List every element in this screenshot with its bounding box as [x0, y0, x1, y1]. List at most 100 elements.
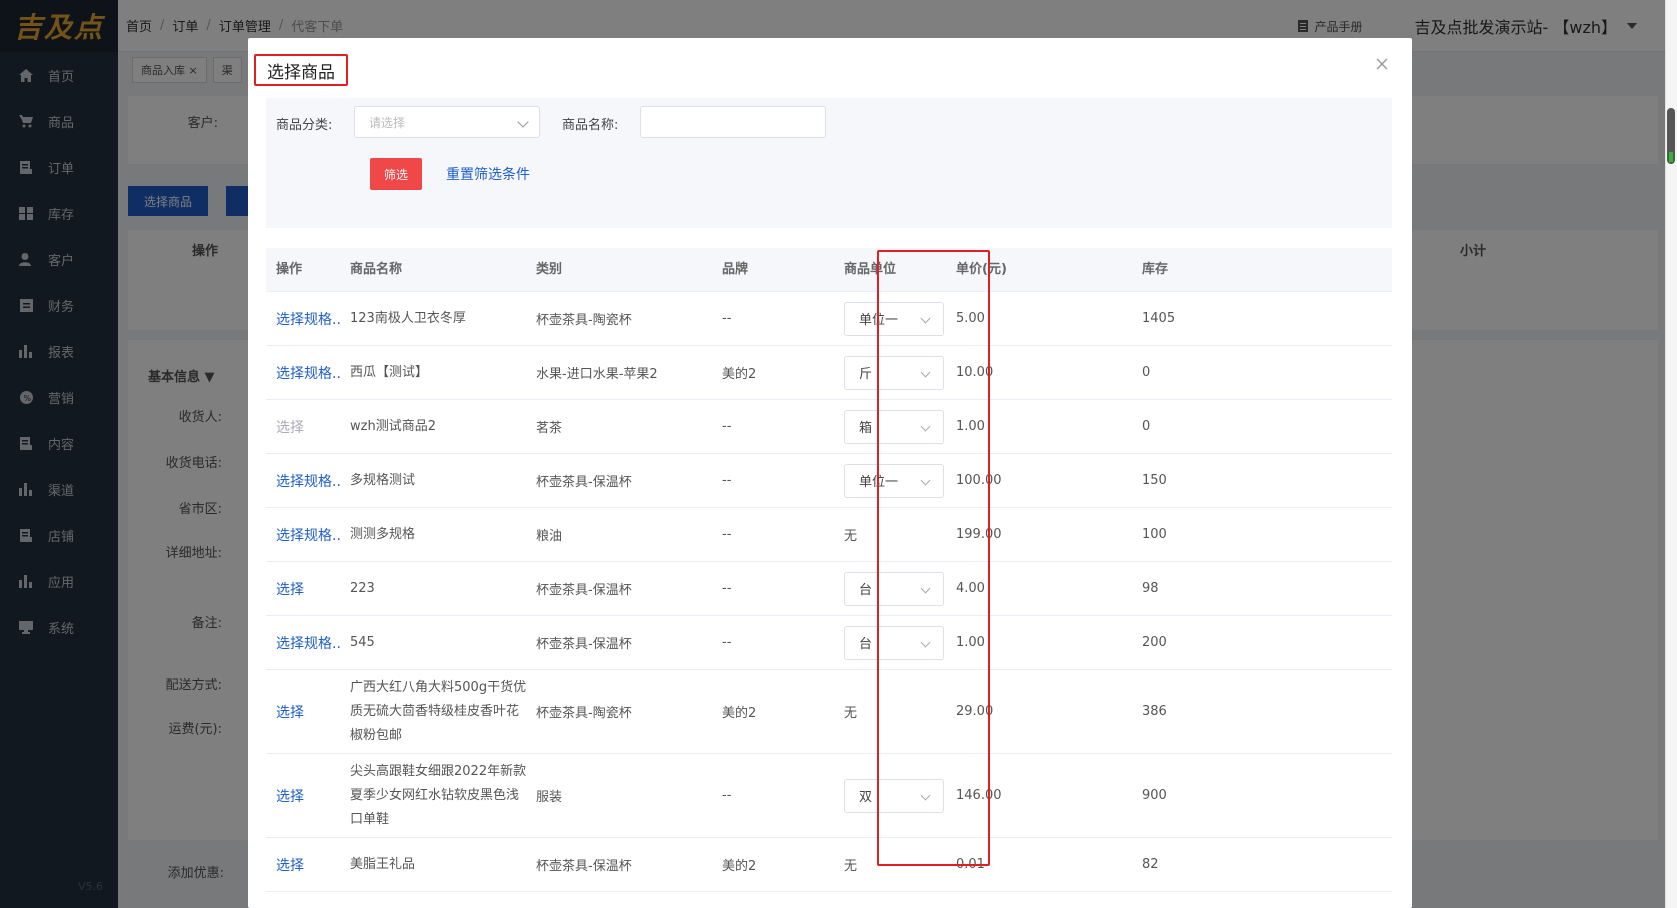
stock-count: 900	[1142, 788, 1167, 803]
column-header: 商品单位	[844, 262, 897, 277]
select-action-link[interactable]: 选择规格..	[276, 346, 341, 399]
unit-value: 无	[844, 529, 858, 544]
goods-category: 粮油	[536, 529, 563, 544]
select-action-link[interactable]: 选择规格..	[276, 616, 341, 669]
goods-category: 茗茶	[536, 421, 563, 436]
goods-brand: --	[722, 419, 732, 434]
chevron-down-icon	[920, 313, 931, 323]
close-icon[interactable]	[1374, 56, 1390, 72]
stock-count: 1405	[1142, 311, 1176, 326]
unit-select[interactable]: 单位一	[844, 463, 944, 498]
table-row: 选择规格.. 545 杯壶茶具-保温杯 -- 台 1.00 200	[266, 616, 1392, 670]
select-goods-modal: 选择商品 商品分类: 请选择 商品名称: 筛选 重置筛选条件 操作 商品名称 类别 品…	[248, 38, 1412, 908]
scrollbar-marker	[1669, 152, 1673, 162]
unit-cell: 台	[844, 616, 944, 669]
goods-brand: --	[722, 527, 732, 542]
goods-category: 水果-进口水果-苹果2	[536, 367, 658, 382]
table-header: 操作 商品名称 类别 品牌 商品单位 单价(元) 库存	[266, 248, 1392, 292]
goods-brand: 美的2	[722, 706, 757, 721]
table-row: 选择 美脂王礼品 杯壶茶具-保温杯 美的2 无 0.01 82	[266, 838, 1392, 892]
column-header: 操作	[276, 262, 303, 277]
chevron-down-icon	[920, 583, 931, 593]
unit-price: 5.00	[956, 311, 985, 326]
unit-price: 100.00	[956, 473, 1002, 488]
filter-button[interactable]: 筛选	[370, 158, 422, 190]
unit-cell: 双	[844, 754, 944, 837]
goods-category: 杯壶茶具-保温杯	[536, 637, 632, 652]
goods-name: 西瓜【测试】	[350, 364, 429, 380]
goods-brand: --	[722, 635, 732, 650]
stock-count: 386	[1142, 704, 1167, 719]
unit-price: 0.01	[956, 857, 985, 872]
stock-count: 0	[1142, 365, 1151, 380]
goods-name: 多规格测试	[350, 472, 416, 488]
goods-name: 545	[350, 634, 375, 650]
chevron-down-icon	[517, 116, 529, 128]
goods-name: 广西大红八角大料500g干货优质无硫大茴香特级桂皮香叶花椒粉包邮	[350, 679, 527, 743]
unit-cell: 台	[844, 562, 944, 615]
category-select[interactable]: 请选择	[354, 106, 540, 138]
unit-price: 4.00	[956, 581, 985, 596]
unit-select[interactable]: 台	[844, 625, 944, 660]
chevron-down-icon	[920, 367, 931, 377]
table-row: 选择 广西大红八角大料500g干货优质无硫大茴香特级桂皮香叶花椒粉包邮 杯壶茶具-陶…	[266, 670, 1392, 754]
select-action-link[interactable]: 选择	[276, 838, 304, 891]
unit-value: 无	[844, 859, 858, 874]
reset-filter-link[interactable]: 重置筛选条件	[446, 164, 530, 184]
stock-count: 98	[1142, 581, 1159, 596]
goods-name: 223	[350, 580, 375, 596]
table-row: 选择规格.. 123南极人卫衣冬厚 杯壶茶具-陶瓷杯 -- 单位一 5.00 1405	[266, 292, 1392, 346]
unit-select[interactable]: 双	[844, 778, 944, 813]
unit-select[interactable]: 斤	[844, 355, 944, 390]
goods-brand: --	[722, 473, 732, 488]
unit-value: 台	[859, 637, 873, 652]
stock-count: 100	[1142, 527, 1167, 542]
select-action-link[interactable]: 选择规格..	[276, 508, 341, 561]
select-action-link[interactable]: 选择	[276, 562, 304, 615]
unit-price: 1.00	[956, 635, 985, 650]
goods-table: 操作 商品名称 类别 品牌 商品单位 单价(元) 库存 选择规格.. 123南极人卫衣冬厚 杯壶…	[266, 248, 1392, 892]
unit-value: 斤	[859, 367, 873, 382]
unit-select[interactable]: 箱	[844, 409, 944, 444]
filter-panel: 商品分类: 请选择 商品名称: 筛选 重置筛选条件	[266, 98, 1392, 228]
unit-select[interactable]: 单位一	[844, 301, 944, 336]
select-action-link: 选择	[276, 419, 304, 436]
goods-brand: 美的2	[722, 367, 757, 382]
unit-cell: 斤	[844, 346, 944, 399]
column-header: 单价(元)	[956, 262, 1007, 277]
select-action-link[interactable]: 选择	[276, 754, 304, 837]
column-header: 品牌	[722, 262, 749, 277]
goods-brand: --	[722, 311, 732, 326]
goods-category: 杯壶茶具-保温杯	[536, 583, 632, 598]
table-row: 选择 wzh测试商品2 茗茶 -- 箱 1.00 0	[266, 400, 1392, 454]
unit-cell: 单位一	[844, 454, 944, 507]
select-action-link[interactable]: 选择	[276, 670, 304, 753]
unit-select[interactable]: 台	[844, 571, 944, 606]
unit-cell: 箱	[844, 400, 944, 453]
goods-name: 美脂王礼品	[350, 856, 416, 872]
goods-brand: 美的2	[722, 859, 757, 874]
unit-value: 无	[844, 706, 858, 721]
goods-name: 123南极人卫衣冬厚	[350, 310, 466, 326]
column-header: 类别	[536, 262, 563, 277]
unit-price: 10.00	[956, 365, 994, 380]
goods-name-input[interactable]	[640, 106, 826, 138]
chevron-down-icon	[920, 421, 931, 431]
goods-category: 杯壶茶具-陶瓷杯	[536, 706, 632, 721]
goods-category: 杯壶茶具-陶瓷杯	[536, 313, 632, 328]
chevron-down-icon	[920, 637, 931, 647]
table-row: 选择 223 杯壶茶具-保温杯 -- 台 4.00 98	[266, 562, 1392, 616]
unit-price: 29.00	[956, 704, 994, 719]
table-row: 选择规格.. 测测多规格 粮油 -- 无 199.00 100	[266, 508, 1392, 562]
stock-count: 82	[1142, 857, 1159, 872]
unit-value: 单位一	[859, 475, 899, 490]
select-action-link[interactable]: 选择规格..	[276, 454, 341, 507]
goods-brand: --	[722, 788, 732, 803]
goods-category: 服装	[536, 790, 563, 805]
select-action-link[interactable]: 选择规格..	[276, 292, 341, 345]
unit-price: 146.00	[956, 788, 1002, 803]
unit-cell: 单位一	[844, 292, 944, 345]
unit-price: 1.00	[956, 419, 985, 434]
unit-value: 箱	[859, 421, 873, 436]
unit-price: 199.00	[956, 527, 1002, 542]
